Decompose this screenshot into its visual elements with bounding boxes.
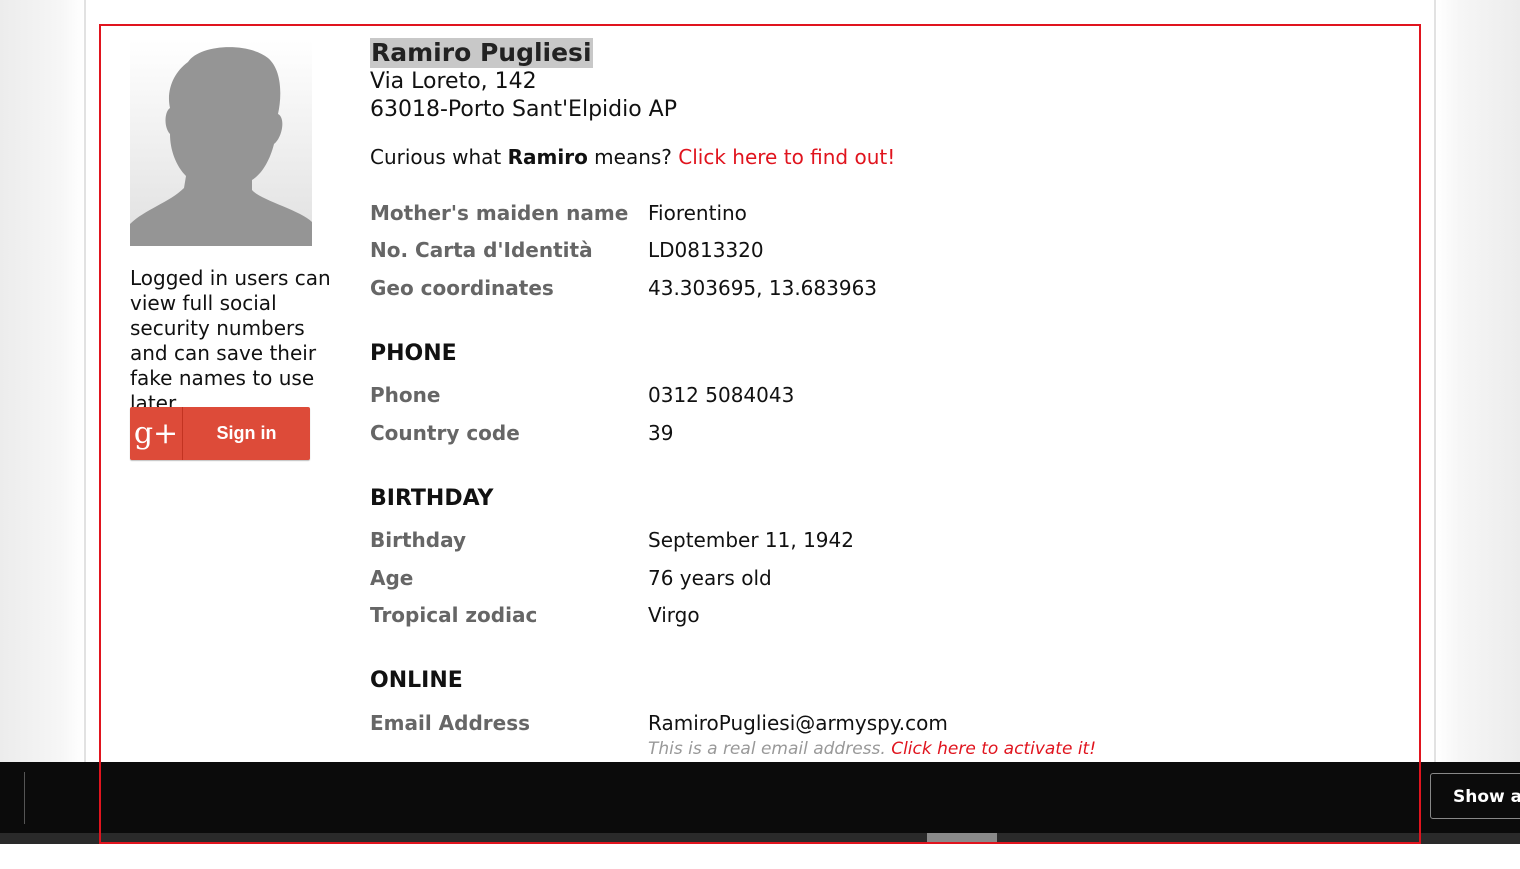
name-meaning-link[interactable]: Click here to find out! <box>678 145 895 169</box>
email-note: This is a real email address. Click here… <box>648 739 1097 759</box>
geo-coordinates-link[interactable]: 43.303695, 13.683963 <box>648 274 877 302</box>
detail-row: No. Carta d'Identità LD0813320 <box>370 236 1270 266</box>
detail-label: Phone <box>370 383 441 407</box>
profile-name: Ramiro Pugliesi <box>370 38 593 68</box>
section-heading-birthday: BIRTHDAY <box>370 486 494 511</box>
detail-label: No. Carta d'Identità <box>370 238 593 262</box>
login-note: Logged in users can view full social sec… <box>130 266 331 415</box>
horizontal-scrollbar[interactable] <box>0 833 1520 844</box>
google-plus-signin-button[interactable]: g+ Sign in <box>130 407 310 460</box>
detail-row: Email Address RamiroPugliesi@armyspy.com <box>370 709 1270 739</box>
bottom-strip <box>0 844 1520 869</box>
detail-value: 0312 5084043 <box>648 383 795 407</box>
email-value: RamiroPugliesi@armyspy.com <box>648 711 948 735</box>
detail-row: Tropical zodiac Virgo <box>370 601 1270 631</box>
name-meaning-line: Curious what Ramiro means? Click here to… <box>370 145 896 169</box>
detail-label: Birthday <box>370 528 466 552</box>
detail-row: Geo coordinates 43.303695, 13.683963 <box>370 274 1270 304</box>
detail-label: Geo coordinates <box>370 276 554 300</box>
google-plus-icon: g+ <box>130 407 183 460</box>
detail-value: 39 <box>648 421 674 445</box>
detail-row: Age 76 years old <box>370 564 1270 594</box>
detail-label: Country code <box>370 421 520 445</box>
detail-label: Tropical zodiac <box>370 603 538 627</box>
detail-value: Fiorentino <box>648 201 747 225</box>
section-heading-phone: PHONE <box>370 341 457 366</box>
detail-label: Age <box>370 566 414 590</box>
detail-row: Mother's maiden name Fiorentino <box>370 199 1270 229</box>
detail-label: Mother's maiden name <box>370 201 629 225</box>
scrollbar-thumb[interactable] <box>927 833 997 844</box>
detail-value: LD0813320 <box>648 238 764 262</box>
detail-value: Virgo <box>648 603 700 627</box>
detail-value: 76 years old <box>648 566 772 590</box>
section-heading-online: ONLINE <box>370 668 463 693</box>
signin-label: Sign in <box>216 423 277 443</box>
detail-row: Country code 39 <box>370 419 1270 449</box>
address-line-1: Via Loreto, 142 <box>370 69 537 94</box>
avatar <box>130 40 312 246</box>
activate-email-link[interactable]: Click here to activate it! <box>891 739 1096 759</box>
detail-row: Phone 0312 5084043 <box>370 381 1270 411</box>
person-silhouette-icon <box>130 47 312 246</box>
address-line-2: 63018-Porto Sant'Elpidio AP <box>370 97 677 122</box>
detail-value: September 11, 1942 <box>648 528 854 552</box>
detail-label: Email Address <box>370 711 531 735</box>
profile-main: Ramiro Pugliesi Via Loreto, 142 63018-Po… <box>370 38 1410 759</box>
show-all-button[interactable]: Show all <box>1430 773 1520 819</box>
download-bar <box>0 762 1520 833</box>
detail-row: Birthday September 11, 1942 <box>370 526 1270 556</box>
first-name: Ramiro <box>507 145 588 169</box>
divider <box>24 772 25 824</box>
